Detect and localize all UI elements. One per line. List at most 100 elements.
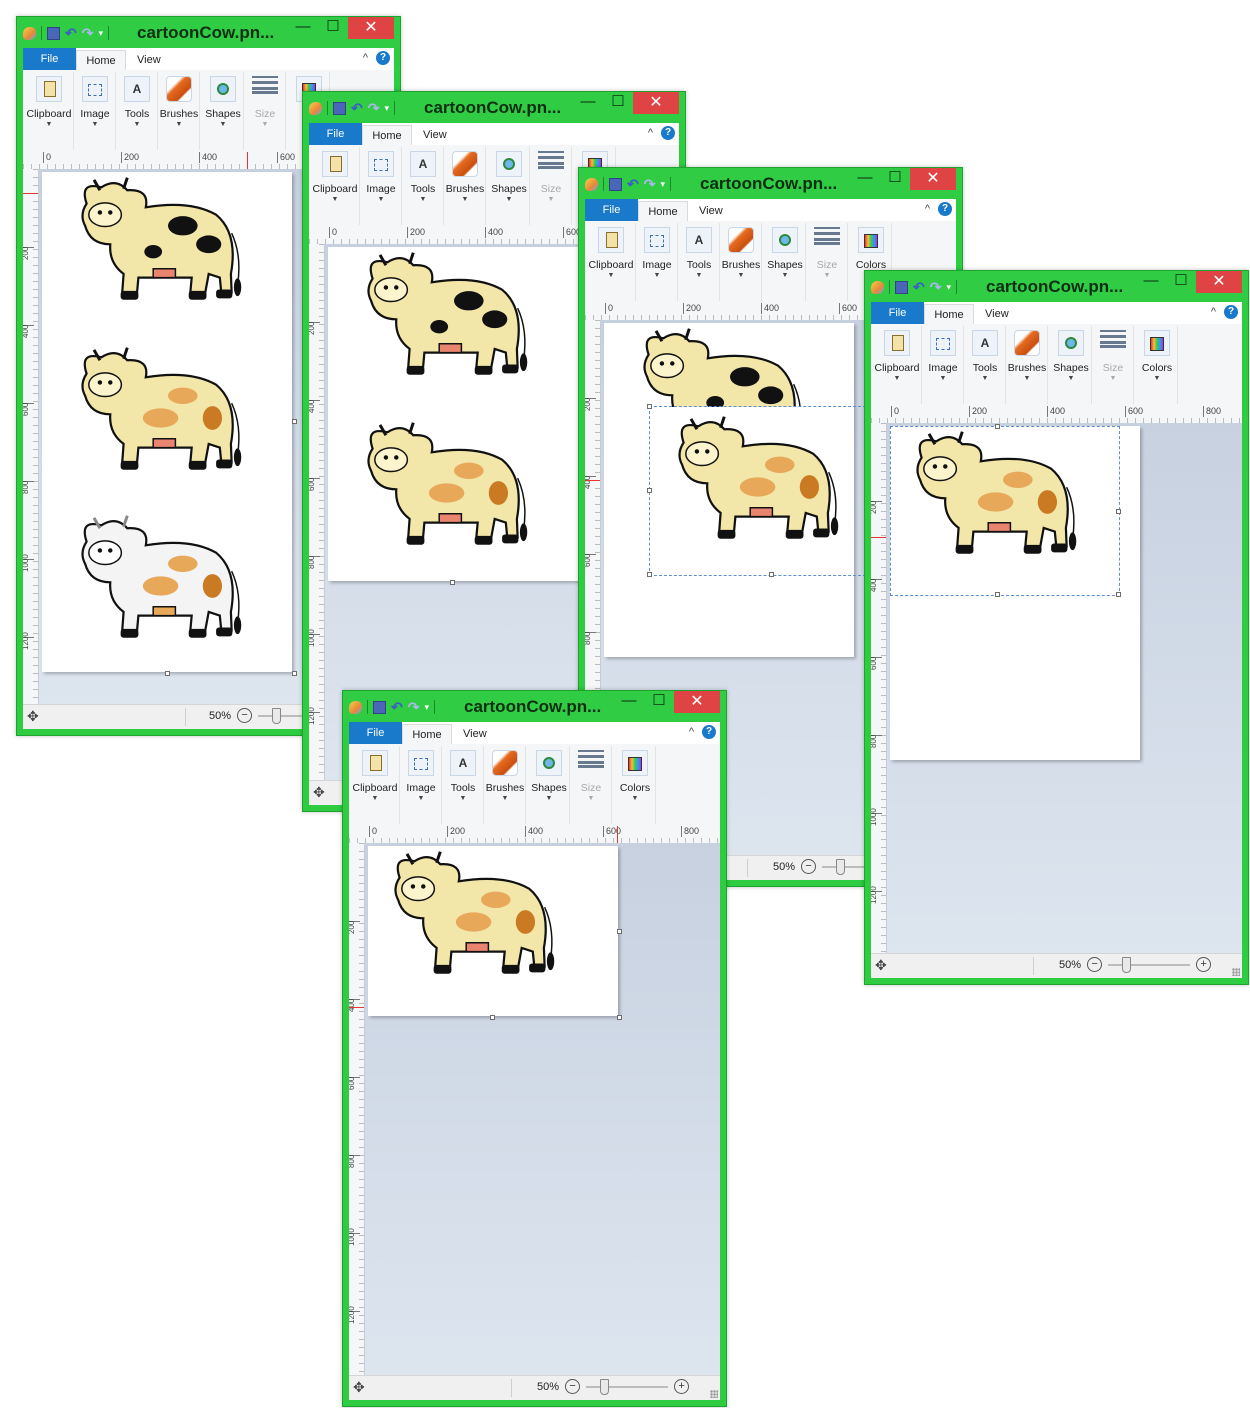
zoom-in-button[interactable]: +	[674, 1379, 690, 1394]
shapes-group[interactable]: Shapes ▼	[529, 746, 570, 824]
clipboard-group[interactable]: Clipboard ▼	[311, 147, 360, 225]
save-icon[interactable]	[373, 700, 386, 714]
drawing-canvas[interactable]	[42, 172, 292, 672]
resize-handle[interactable]	[292, 419, 297, 424]
brushes-group[interactable]: Brushes ▼	[485, 746, 526, 824]
undo-icon[interactable]: ↶	[391, 700, 403, 714]
minimize-button[interactable]: —	[1136, 271, 1166, 293]
selection-handle[interactable]	[1116, 592, 1121, 597]
paint-icon[interactable]	[871, 280, 884, 294]
minimize-ribbon-icon[interactable]: ^	[925, 203, 930, 215]
resize-handle[interactable]	[165, 671, 170, 676]
resize-handle[interactable]	[617, 1015, 622, 1020]
close-button[interactable]: ✕	[910, 168, 956, 190]
save-icon[interactable]	[895, 280, 908, 294]
maximize-button[interactable]: ☐	[318, 17, 348, 39]
image-group[interactable]: Image ▼	[361, 147, 402, 225]
help-icon[interactable]: ?	[702, 725, 716, 739]
tab-view[interactable]: View	[423, 125, 447, 145]
tools-group[interactable]: Tools▼	[443, 746, 484, 824]
paint-icon[interactable]	[349, 700, 362, 714]
selection-rectangle[interactable]	[649, 406, 871, 576]
customize-dropdown-icon[interactable]: ▾	[660, 179, 665, 190]
title-bar[interactable]: ↶ ↷ ▾ cartoonCow.pn... — ☐ ✕	[865, 271, 1248, 301]
selection-handle[interactable]	[647, 404, 652, 409]
brushes-group[interactable]: Brushes ▼	[445, 147, 486, 225]
brushes-group[interactable]: Brushes ▼	[721, 223, 762, 301]
clipboard-group[interactable]: Clipboard ▼	[873, 326, 922, 404]
paint-icon[interactable]	[23, 26, 36, 40]
minimize-ribbon-icon[interactable]: ^	[363, 52, 368, 64]
size-group[interactable]: Size ▼	[531, 147, 572, 225]
tab-file[interactable]: File	[23, 48, 76, 70]
size-group[interactable]: Size ▼	[1093, 326, 1134, 404]
close-button[interactable]: ✕	[633, 92, 679, 114]
minimize-button[interactable]: —	[288, 17, 318, 39]
redo-icon[interactable]: ↷	[82, 26, 94, 40]
image-group[interactable]: Image ▼	[401, 746, 442, 824]
selection-handle[interactable]	[1116, 509, 1121, 514]
zoom-out-button[interactable]: −	[1087, 957, 1103, 972]
close-button[interactable]: ✕	[348, 17, 394, 39]
resize-grip[interactable]	[710, 1390, 718, 1398]
minimize-button[interactable]: —	[614, 691, 644, 713]
zoom-slider-thumb[interactable]	[600, 1378, 610, 1395]
paint-icon[interactable]	[309, 101, 322, 115]
paint-icon[interactable]	[585, 177, 598, 191]
tab-file[interactable]: File	[349, 722, 402, 744]
zoom-slider-thumb[interactable]	[1122, 956, 1132, 973]
maximize-button[interactable]: ☐	[644, 691, 674, 713]
minimize-ribbon-icon[interactable]: ^	[1211, 306, 1216, 318]
save-icon[interactable]	[333, 101, 346, 115]
resize-handle[interactable]	[292, 671, 297, 676]
selection-rectangle[interactable]	[890, 426, 1120, 596]
save-icon[interactable]	[609, 177, 622, 191]
tab-view[interactable]: View	[699, 201, 723, 221]
help-icon[interactable]: ?	[376, 51, 390, 65]
canvas-area[interactable]	[365, 843, 720, 1376]
zoom-slider[interactable]	[1108, 956, 1191, 973]
help-icon[interactable]: ?	[938, 202, 952, 216]
shapes-group[interactable]: Shapes ▼	[203, 72, 244, 150]
clipboard-group[interactable]: Clipboard ▼	[351, 746, 400, 824]
image-group[interactable]: Image ▼	[923, 326, 964, 404]
tab-home[interactable]: Home	[638, 201, 688, 221]
colors-group[interactable]: Colors ▼	[615, 746, 656, 824]
redo-icon[interactable]: ↷	[644, 177, 656, 191]
paint-window-4[interactable]: ↶ ↷ ▾ cartoonCow.pn... — ☐ ✕ File Home V…	[864, 270, 1249, 985]
tab-home[interactable]: Home	[402, 724, 452, 744]
shapes-group[interactable]: Shapes ▼	[765, 223, 806, 301]
save-icon[interactable]	[47, 26, 60, 40]
tools-group[interactable]: Tools▼	[965, 326, 1006, 404]
tools-group[interactable]: Tools▼	[117, 72, 158, 150]
undo-icon[interactable]: ↶	[627, 177, 639, 191]
size-group[interactable]: Size ▼	[245, 72, 286, 150]
selection-handle[interactable]	[647, 488, 652, 493]
paint-window-5[interactable]: ↶ ↷ ▾ cartoonCow.pn... — ☐ ✕ File Home V…	[342, 690, 727, 1407]
shapes-group[interactable]: Shapes ▼	[489, 147, 530, 225]
minimize-ribbon-icon[interactable]: ^	[648, 127, 653, 139]
zoom-slider-thumb[interactable]	[836, 858, 846, 875]
maximize-button[interactable]: ☐	[1166, 271, 1196, 293]
resize-grip[interactable]	[1232, 968, 1240, 976]
resize-handle[interactable]	[617, 929, 622, 934]
customize-dropdown-icon[interactable]: ▾	[384, 103, 389, 114]
maximize-button[interactable]: ☐	[603, 92, 633, 114]
tab-home[interactable]: Home	[924, 304, 974, 324]
minimize-button[interactable]: —	[573, 92, 603, 114]
clipboard-group[interactable]: Clipboard ▼	[25, 72, 74, 150]
drawing-canvas[interactable]	[368, 846, 618, 1016]
zoom-out-button[interactable]: −	[237, 708, 253, 723]
customize-dropdown-icon[interactable]: ▾	[424, 702, 429, 713]
zoom-out-button[interactable]: −	[801, 859, 817, 874]
tab-home[interactable]: Home	[362, 125, 412, 145]
shapes-group[interactable]: Shapes ▼	[1051, 326, 1092, 404]
title-bar[interactable]: ↶ ↷ ▾ cartoonCow.pn... — ☐ ✕	[17, 17, 400, 47]
selection-handle[interactable]	[647, 572, 652, 577]
colors-group[interactable]: Colors ▼	[1137, 326, 1178, 404]
size-group[interactable]: Size ▼	[807, 223, 848, 301]
image-group[interactable]: Image ▼	[75, 72, 116, 150]
tab-view[interactable]: View	[985, 304, 1009, 324]
clipboard-group[interactable]: Clipboard ▼	[587, 223, 636, 301]
tab-view[interactable]: View	[463, 724, 487, 744]
